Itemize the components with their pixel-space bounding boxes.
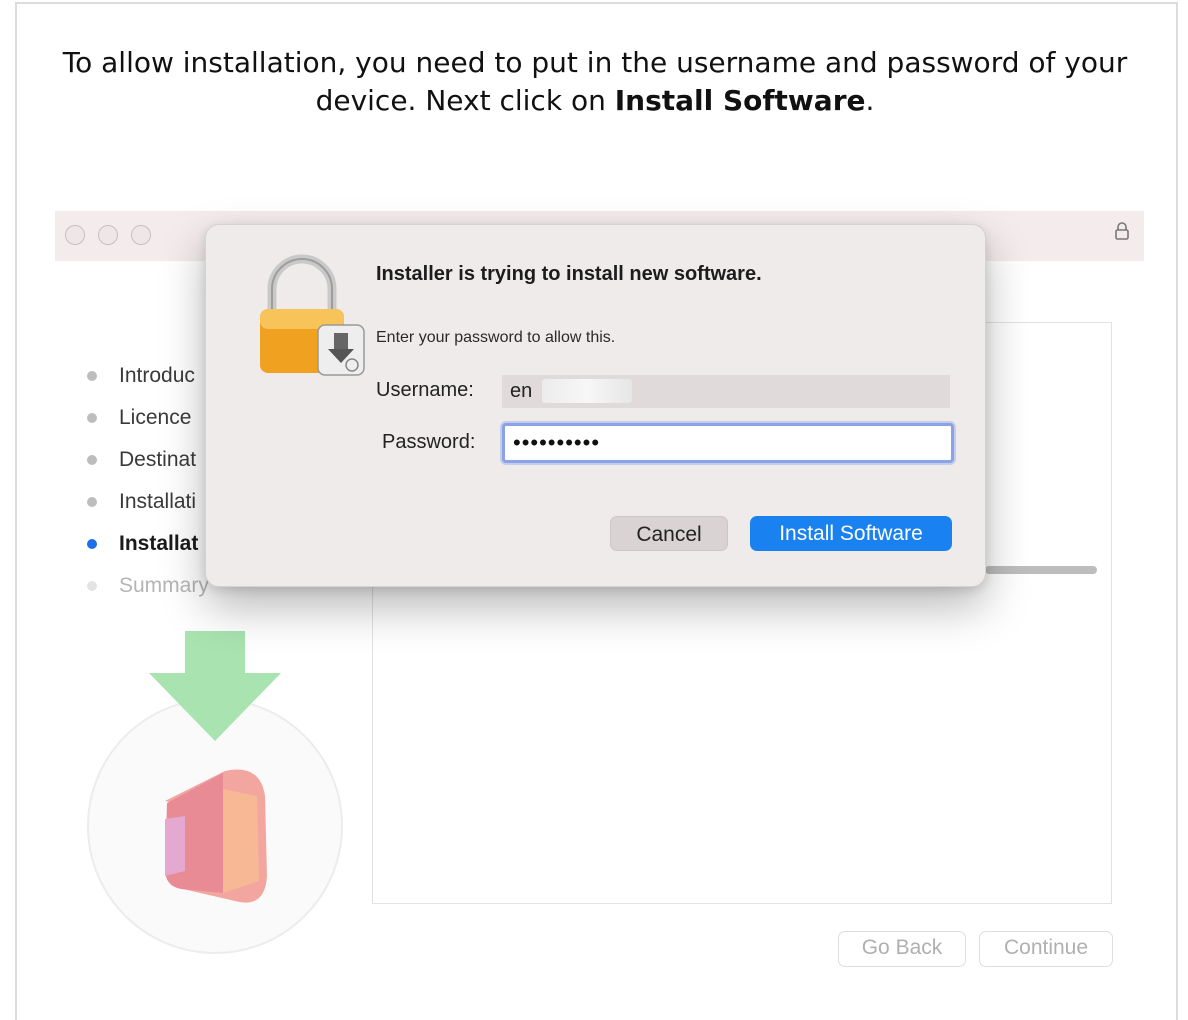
step-bullet-active [87,539,97,549]
step-introduction: Introduc [85,361,209,403]
continue-button[interactable]: Continue [979,931,1113,967]
instruction-text-after: . [865,84,875,117]
step-licence: Licence [85,403,209,445]
username-field[interactable]: en [502,375,950,408]
step-label: Licence [119,406,192,429]
step-installation: Installat [85,529,209,571]
step-bullet [87,581,97,591]
step-destination: Destinat [85,445,209,487]
step-bullet [87,497,97,507]
instruction-bold: Install Software [614,84,866,117]
lock-icon[interactable] [1114,221,1130,247]
instruction-text-before: To allow installation, you need to put i… [62,46,1128,117]
office-installer-icon [87,631,343,954]
auth-dialog: Installer is trying to install new softw… [205,224,986,587]
progress-bar [985,566,1097,574]
username-label: Username: [376,379,474,401]
step-label: Introduc [119,364,195,387]
step-bullet [87,455,97,465]
zoom-button[interactable] [131,225,151,245]
password-value: •••••••••• [513,430,601,455]
dialog-subtitle: Enter your password to allow this. [376,329,616,346]
go-back-button[interactable]: Go Back [838,931,966,967]
step-installation-type: Installati [85,487,209,529]
step-bullet [87,371,97,381]
dialog-title: Installer is trying to install new softw… [376,263,762,285]
username-value: en [510,380,533,402]
instruction-text: To allow installation, you need to put i… [60,44,1130,120]
installer-steps: Introduc Licence Destinat Installati Ins… [85,361,209,613]
minimize-button[interactable] [98,225,118,245]
password-label: Password: [382,431,476,453]
step-label: Installat [119,532,199,555]
step-label: Summary [119,574,209,597]
install-software-button[interactable]: Install Software [750,516,952,551]
redacted-blur [542,379,632,403]
close-button[interactable] [65,225,85,245]
step-bullet [87,413,97,423]
step-label: Destinat [119,448,197,471]
step-label: Installati [119,490,197,513]
cancel-button[interactable]: Cancel [610,516,728,551]
password-field[interactable]: •••••••••• [502,423,954,463]
step-summary: Summary [85,571,209,613]
padlock-installer-icon [260,254,365,376]
